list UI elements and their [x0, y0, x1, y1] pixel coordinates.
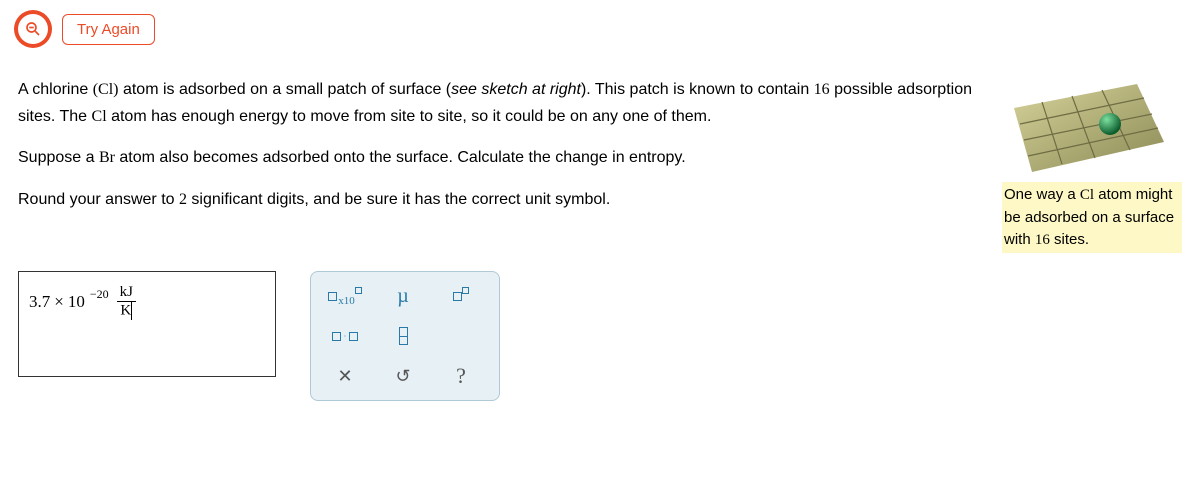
- number: 16: [1035, 232, 1050, 248]
- text: Round your answer to: [18, 191, 179, 208]
- text: atom also becomes adsorbed onto the surf…: [115, 149, 686, 166]
- undo-button[interactable]: ↺: [385, 362, 421, 390]
- text: One way a: [1004, 186, 1080, 203]
- answer-expression: 3.7 × 10 −20 kJ K: [29, 284, 136, 320]
- text-italic: see sketch at right: [451, 81, 581, 98]
- answer-coefficient: 3.7: [29, 292, 50, 312]
- label: x10: [338, 295, 355, 307]
- chem-symbol: Br: [99, 149, 115, 166]
- try-again-button[interactable]: Try Again: [62, 14, 155, 45]
- text: atom is adsorbed on a small patch of sur…: [119, 81, 452, 98]
- symbol-palette: x10 µ · ✕ ↺ ?: [310, 271, 500, 401]
- question-text: A chlorine (Cl) atom is adsorbed on a sm…: [18, 76, 978, 253]
- answer-exponent: −20: [90, 287, 109, 302]
- text: atom has enough energy to move from site…: [107, 108, 712, 125]
- times-symbol: ×: [54, 292, 64, 312]
- number: 16: [814, 81, 830, 98]
- feedback-icon: [14, 10, 52, 48]
- spacer: [443, 322, 479, 350]
- text: sites.: [1050, 231, 1089, 248]
- sci-notation-button[interactable]: x10: [327, 282, 363, 310]
- text-cursor: [131, 302, 132, 320]
- unit-numerator: kJ: [117, 284, 136, 302]
- multiply-dot-button[interactable]: ·: [327, 322, 363, 350]
- fraction-button[interactable]: [385, 322, 421, 350]
- chem-symbol: (Cl): [93, 81, 119, 98]
- text: significant digits, and be sure it has t…: [187, 191, 610, 208]
- answer-base: 10: [68, 292, 85, 312]
- superscript-button[interactable]: [443, 282, 479, 310]
- text: A chlorine: [18, 81, 93, 98]
- text: ). This patch is known to contain: [581, 81, 814, 98]
- sketch-image: [1002, 76, 1167, 176]
- unit-denominator: K: [120, 303, 131, 319]
- chem-symbol: Cl: [92, 108, 107, 125]
- clear-button[interactable]: ✕: [327, 362, 363, 390]
- help-button[interactable]: ?: [443, 362, 479, 390]
- dot-symbol: ·: [344, 332, 347, 341]
- sketch-caption: One way a Cl atom might be adsorbed on a…: [1002, 182, 1182, 253]
- number: 2: [179, 191, 187, 208]
- chem-symbol: Cl: [1080, 187, 1094, 203]
- answer-input-box[interactable]: 3.7 × 10 −20 kJ K: [18, 271, 276, 377]
- mu-button[interactable]: µ: [385, 282, 421, 310]
- text: Suppose a: [18, 149, 99, 166]
